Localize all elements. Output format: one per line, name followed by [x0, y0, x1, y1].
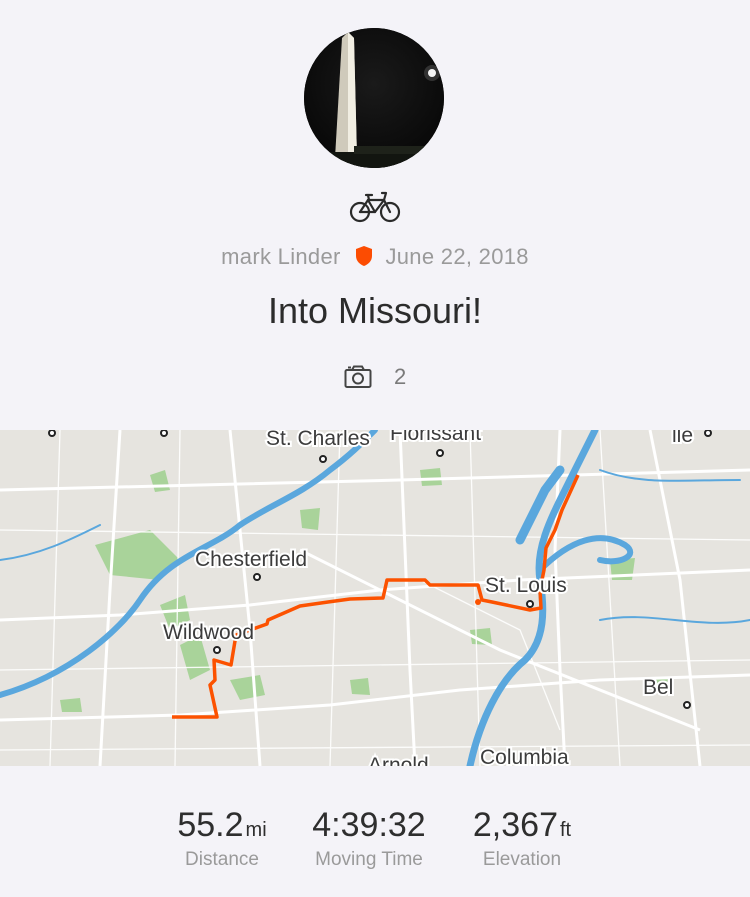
athlete-name[interactable]: mark Linder — [221, 244, 340, 269]
photo-count: 2 — [393, 364, 407, 389]
label-arnold: Arnold — [368, 754, 429, 766]
activity-date: June 22, 2018 — [385, 244, 529, 269]
label-ville: lle — [672, 430, 693, 447]
activity-title: Into Missouri! — [267, 290, 483, 331]
distance-label: Distance — [185, 849, 259, 870]
distance-value: 55.2 — [177, 806, 244, 844]
photos-link[interactable]: 2 — [0, 364, 750, 390]
athlete-avatar[interactable] — [304, 28, 444, 168]
distance-unit: mi — [245, 819, 267, 841]
label-columbia: Columbia — [480, 746, 569, 766]
stat-moving-time: 4:39:32 Moving Time — [294, 806, 444, 871]
activity-stats: 55.2 mi Distance 4:39:32 Moving Time 2,36… — [0, 806, 750, 876]
bicycle-icon — [348, 188, 402, 224]
elevation-label: Elevation — [482, 849, 562, 870]
map-canvas: St. Charles Florissant Chesterfield St. … — [0, 430, 750, 766]
label-wildwood: Wildwood — [163, 621, 254, 644]
label-chesterfield: Chesterfield — [195, 548, 307, 571]
moving-time-label: Moving Time — [315, 849, 423, 870]
label-st-louis: St. Louis — [485, 574, 567, 597]
elevation-value: 2,367 — [472, 806, 558, 844]
label-bel: Bel — [643, 676, 673, 699]
stat-elevation: 2,367 ft Elevation — [456, 806, 588, 871]
moving-time-value: 4:39:32 — [312, 806, 426, 844]
stat-distance: 55.2 mi Distance — [162, 806, 282, 871]
shield-icon — [355, 245, 373, 273]
activity-meta: mark Linder June 22, 2018 — [0, 244, 750, 273]
elevation-unit: ft — [559, 819, 572, 841]
camera-icon — [344, 364, 394, 389]
label-florissant: Florissant — [390, 430, 481, 445]
label-st-charles: St. Charles — [266, 430, 370, 450]
monument-photo — [304, 28, 444, 168]
route-map[interactable]: St. Charles Florissant Chesterfield St. … — [0, 430, 750, 766]
